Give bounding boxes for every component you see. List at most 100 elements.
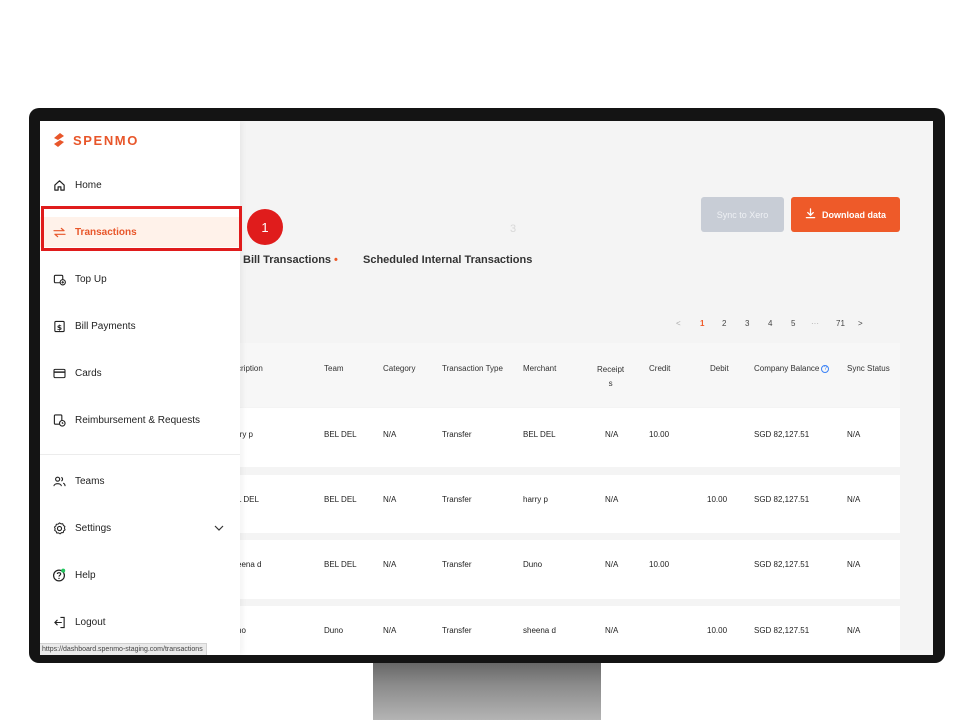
table-cell: BEL DEL [324,430,357,439]
table-cell: 10.00 [649,560,670,569]
table-cell: N/A [383,495,397,504]
page-71[interactable]: 71 [836,319,845,328]
table-cell: harry p [523,495,548,504]
table-cell: N/A [847,626,861,635]
sidebar-item-cards[interactable]: Cards [40,358,240,388]
logout-icon [52,615,66,629]
table-cell: BEL DEL [523,430,556,439]
table-cell: 10.00 [707,495,728,504]
sidebar-item-teams[interactable]: Teams [40,466,240,496]
table-cell: N/A [383,430,397,439]
sidebar-item-top-up[interactable]: Top Up [40,264,240,294]
monitor-stand [373,655,601,720]
chevron-down-icon[interactable] [214,523,224,534]
column-header: Sync Status [847,364,890,373]
transactions-highlight-box [41,206,242,251]
table-cell: N/A [605,626,619,635]
sidebar-item-label: Logout [75,616,106,628]
home-icon [52,178,66,192]
sidebar-item-label: Home [75,179,102,191]
people-icon [52,474,66,488]
column-header: Receipt s [597,365,625,388]
table-cell: eena d [237,560,262,569]
table-cell: SGD 82,127.51 [754,626,810,635]
table-row[interactable] [240,475,900,533]
table-cell: N/A [605,560,619,569]
table-cell: N/A [383,560,397,569]
spenmo-logo-icon [54,133,64,147]
bill-dollar-icon: $ [52,319,66,333]
faint-text: 3 [510,223,517,235]
card-icon [52,366,66,380]
sidebar-item-bill-payments[interactable]: $ Bill Payments [40,311,240,341]
download-button-label: Download data [821,209,886,220]
column-header: Company Balance [754,364,820,373]
sync-button-label: Sync to Xero [716,209,769,220]
download-data-button[interactable]: Download data [791,197,900,232]
sidebar-item-label: Cards [75,367,102,379]
tab-label: Scheduled Internal Transactions [363,254,533,266]
column-header: Merchant [523,364,557,373]
table-cell: 10.00 [649,430,670,439]
pagination-ellipsis: ··· [811,318,819,328]
table-cell: BEL DEL [324,560,357,569]
table-cell: sheena d [523,626,556,635]
page-4[interactable]: 4 [768,319,772,328]
page-3[interactable]: 3 [745,319,749,328]
column-header: Debit [710,364,729,373]
browser-status-url: https://dashboard.spenmo-staging.com/tra… [40,643,207,655]
sidebar-item-label: Reimbursement & Requests [75,414,201,426]
step-marker: 1 [247,209,283,245]
sidebar: SPENMO Home Transactions Top Up $ Bill P… [40,121,240,655]
sidebar-item-label: Bill Payments [75,320,136,332]
table-cell: N/A [847,560,861,569]
wallet-topup-icon [52,272,66,286]
gear-icon [52,521,66,535]
brand-logo[interactable]: SPENMO [52,131,139,149]
table-cell: SGD 82,127.51 [754,495,810,504]
sidebar-item-logout[interactable]: Logout [40,607,240,637]
receipt-clock-icon [52,413,66,427]
pagination-prev[interactable]: < [676,319,681,328]
table-cell: Transfer [442,430,472,439]
pagination-next[interactable]: > [858,319,863,328]
column-header: Credit [649,364,671,373]
table-cell: N/A [847,430,861,439]
sidebar-item-label: Help [75,569,96,581]
table-cell: Duno [523,560,543,569]
table-cell: SGD 82,127.51 [754,560,810,569]
table-cell: Transfer [442,495,472,504]
sidebar-item-label: Settings [75,522,112,534]
tab-notification-dot: • [334,254,338,266]
table-cell: L DEL [237,495,259,504]
sidebar-item-label: Teams [75,475,105,487]
company-balance-header: Company Balance? [754,364,830,373]
help-icon [52,568,66,582]
table-row[interactable] [240,540,900,599]
sync-to-xero-button[interactable]: Sync to Xero [701,197,784,232]
table-cell: 10.00 [707,626,728,635]
table-header [240,343,900,407]
table-cell: BEL DEL [324,495,357,504]
sidebar-item-home[interactable]: Home [40,170,240,200]
table-cell: Duno [324,626,344,635]
sidebar-item-settings[interactable]: Settings [40,513,240,543]
sidebar-item-reimbursement[interactable]: Reimbursement & Requests [40,405,240,435]
table-cell: Transfer [442,560,472,569]
column-header: Team [324,364,344,373]
info-icon[interactable]: ? [821,365,830,373]
tab-label: Bill Transactions [243,254,332,266]
tab-scheduled-internal-transactions[interactable]: Scheduled Internal Transactions [363,254,532,266]
app-screen: 3 Sync to Xero Download data Bill Transa… [40,121,933,655]
sidebar-item-label: Top Up [75,273,107,285]
table-cell: N/A [847,495,861,504]
brand-name: SPENMO [73,132,139,148]
table-cell: N/A [383,626,397,635]
page-1[interactable]: 1 [700,319,704,328]
sidebar-item-help[interactable]: Help [40,560,240,590]
tab-bill-transactions[interactable]: Bill Transactions • [243,254,338,266]
page-5[interactable]: 5 [791,319,795,328]
table-cell: N/A [605,430,619,439]
page-2[interactable]: 2 [722,319,726,328]
table-cell: N/A [605,495,619,504]
